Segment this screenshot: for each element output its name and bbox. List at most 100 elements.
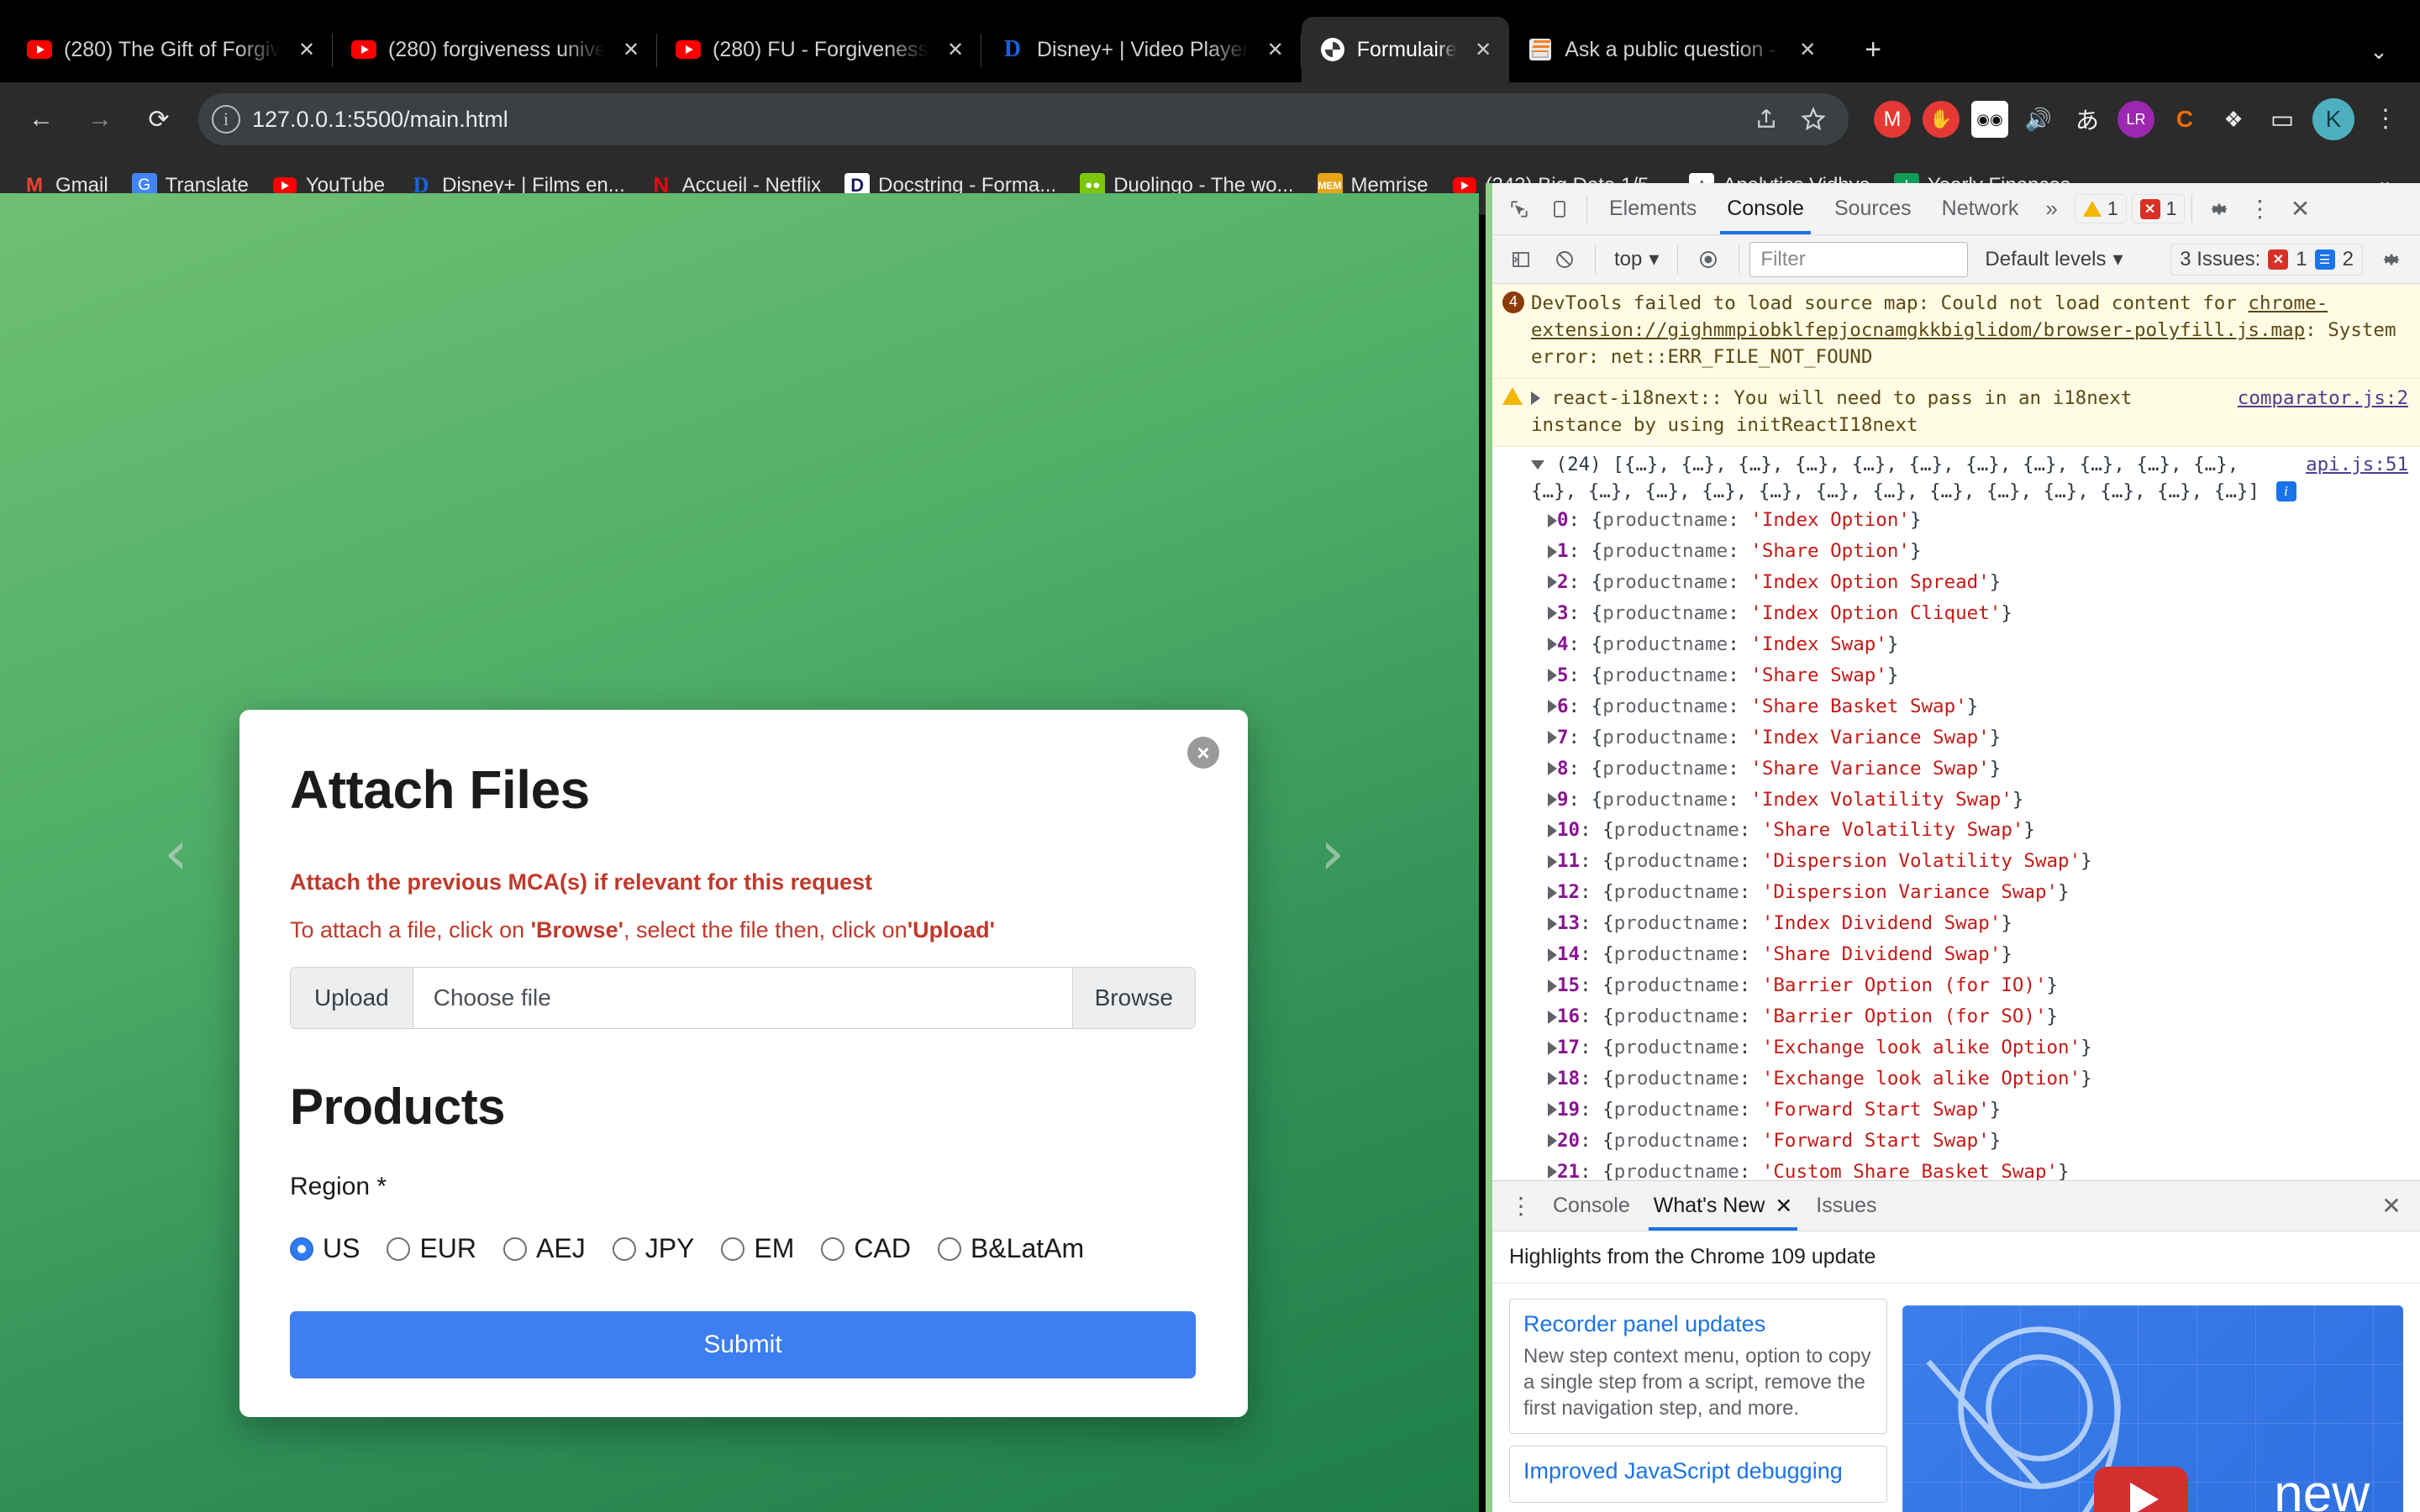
live-expression-icon[interactable] <box>1688 239 1728 280</box>
source-reference-link[interactable]: comparator.js:2 <box>2238 386 2408 412</box>
array-entry-row[interactable]: 21: {productname: 'Custom Share Basket S… <box>1548 1157 2408 1180</box>
card-title[interactable]: Recorder panel updates <box>1523 1310 1873 1337</box>
array-entry-row[interactable]: 15: {productname: 'Barrier Option (for I… <box>1548 971 2408 1002</box>
array-header-row[interactable]: (24) [{…}, {…}, {…}, {…}, {…}, {…}, {…},… <box>1531 452 2408 506</box>
region-option-eur[interactable]: EUR <box>387 1233 476 1264</box>
address-bar[interactable]: i 127.0.0.1:5500/main.html <box>198 93 1849 145</box>
whats-new-promo[interactable]: new <box>1902 1299 2403 1512</box>
reload-button[interactable]: ⟳ <box>133 93 185 145</box>
tab-close-button[interactable]: ✕ <box>941 35 970 64</box>
expand-triangle-icon[interactable] <box>1548 854 1557 869</box>
expand-triangle-icon[interactable] <box>1548 1041 1557 1055</box>
expand-triangle-icon[interactable] <box>1548 823 1557 837</box>
card-title[interactable]: Improved JavaScript debugging <box>1523 1457 1873 1484</box>
array-entry-row[interactable]: 17: {productname: 'Exchange look alike O… <box>1548 1033 2408 1064</box>
colorzilla-extension-icon[interactable]: C <box>2166 101 2203 138</box>
region-option-blatam[interactable]: B&LatAm <box>937 1233 1084 1264</box>
submit-button[interactable]: Submit <box>290 1311 1196 1378</box>
array-entry-row[interactable]: 16: {productname: 'Barrier Option (for S… <box>1548 1002 2408 1033</box>
side-panel-icon[interactable]: ▭ <box>2264 101 2301 138</box>
drawer-tab-whats-new[interactable]: What's New ✕ <box>1642 1182 1805 1231</box>
radio-indicator[interactable] <box>290 1236 313 1261</box>
close-icon[interactable]: ✕ <box>2280 189 2320 229</box>
console-sidebar-icon[interactable] <box>1501 239 1541 280</box>
region-option-aej[interactable]: AEJ <box>503 1233 586 1264</box>
array-entry-row[interactable]: 8: {productname: 'Share Variance Swap'} <box>1548 753 2408 785</box>
array-entry-row[interactable]: 7: {productname: 'Index Variance Swap'} <box>1548 722 2408 753</box>
site-info-icon[interactable]: i <box>212 105 240 134</box>
array-entry-row[interactable]: 11: {productname: 'Dispersion Volatility… <box>1548 847 2408 878</box>
source-reference-link[interactable]: api.js:51 <box>2306 452 2408 479</box>
browser-tab-4[interactable]: Formulaire ✕ <box>1301 17 1510 82</box>
expand-triangle-icon[interactable] <box>1548 1072 1557 1086</box>
radio-indicator[interactable] <box>503 1236 528 1261</box>
expand-triangle-icon[interactable] <box>1548 700 1557 714</box>
console-message-violation[interactable]: 4 DevTools failed to load source map: Co… <box>1492 284 2420 379</box>
region-option-us[interactable]: US <box>290 1233 360 1264</box>
expand-triangle-icon[interactable] <box>1548 1165 1557 1179</box>
region-option-em[interactable]: EM <box>721 1233 794 1264</box>
japanese-dictionary-extension-icon[interactable]: あ <box>2069 101 2106 138</box>
avatar[interactable]: K <box>2312 98 2354 140</box>
browser-tab-2[interactable]: (280) FU - Forgiveness Uni ✕ <box>657 17 981 82</box>
radio-indicator[interactable] <box>721 1236 745 1261</box>
expand-triangle-icon[interactable] <box>1548 1134 1557 1148</box>
volume-extension-icon[interactable]: 🔊 <box>2020 101 2057 138</box>
share-icon[interactable] <box>1744 97 1788 141</box>
play-button-icon[interactable] <box>2094 1467 2188 1512</box>
console-message-array[interactable]: api.js:51 (24) [{…}, {…}, {…}, {…}, {…},… <box>1492 447 2420 1180</box>
array-entry-row[interactable]: 9: {productname: 'Index Volatility Swap'… <box>1548 785 2408 816</box>
array-entry-row[interactable]: 2: {productname: 'Index Option Spread'} <box>1548 567 2408 598</box>
expand-triangle-icon[interactable] <box>1531 391 1540 406</box>
star-icon[interactable] <box>1791 97 1835 141</box>
lr-extension-icon[interactable]: LR <box>2118 101 2154 138</box>
device-toolbar-icon[interactable] <box>1539 189 1580 229</box>
mailtrack-extension-icon[interactable]: M <box>1874 101 1911 138</box>
tab-elements[interactable]: Elements <box>1594 184 1712 234</box>
radio-indicator[interactable] <box>612 1236 636 1261</box>
tab-close-button[interactable]: ✕ <box>292 35 321 64</box>
forward-button[interactable]: → <box>74 93 126 145</box>
inspect-element-icon[interactable] <box>1499 189 1539 229</box>
array-entry-row[interactable]: 3: {productname: 'Index Option Cliquet'} <box>1548 598 2408 629</box>
upload-button[interactable]: Upload <box>291 968 413 1028</box>
drawer-tab-console[interactable]: Console <box>1541 1182 1642 1231</box>
duolingo-extension-icon[interactable]: ◉◉ <box>1971 101 2008 138</box>
tab-close-button[interactable]: ✕ <box>617 35 645 64</box>
chevron-down-icon[interactable]: ⌄ <box>2356 29 2402 74</box>
issues-chip[interactable]: 3 Issues: ✕ 1 ☰ 2 <box>2170 243 2363 276</box>
array-entry-row[interactable]: 13: {productname: 'Index Dividend Swap'} <box>1548 909 2408 940</box>
more-tabs-button[interactable]: » <box>2033 196 2069 222</box>
log-levels-dropdown[interactable]: Default levels ▾ <box>1971 247 2136 271</box>
tab-sources[interactable]: Sources <box>1819 184 1927 234</box>
browser-tab-0[interactable]: (280) The Gift of Forgivene ✕ <box>8 17 333 82</box>
array-entry-row[interactable]: 0: {productname: 'Index Option'} <box>1548 506 2408 537</box>
array-entry-row[interactable]: 4: {productname: 'Index Swap'} <box>1548 629 2408 660</box>
drawer-tab-issues[interactable]: Issues <box>1804 1182 1888 1231</box>
context-selector[interactable]: top ▾ <box>1606 247 1667 271</box>
expand-triangle-icon[interactable] <box>1548 513 1557 528</box>
filter-input[interactable]: Filter <box>1749 241 1969 277</box>
radio-indicator[interactable] <box>387 1236 411 1261</box>
drawer-menu-icon[interactable]: ⋮ <box>1501 1186 1541 1226</box>
expand-triangle-icon[interactable] <box>1548 575 1557 590</box>
clear-console-icon[interactable] <box>1544 239 1585 280</box>
collapse-triangle-icon[interactable] <box>1531 459 1544 470</box>
expand-triangle-icon[interactable] <box>1548 762 1557 776</box>
tab-close-button[interactable]: ✕ <box>1261 35 1290 64</box>
tab-close-button[interactable]: ✕ <box>1793 35 1822 64</box>
file-input[interactable]: Choose file <box>413 968 1072 1028</box>
browser-tab-5[interactable]: Ask a public question - Sta ✕ <box>1509 17 1833 82</box>
radio-indicator[interactable] <box>821 1236 845 1261</box>
error-count-badge[interactable]: ✕ 1 <box>2131 194 2186 223</box>
close-icon[interactable]: ✕ <box>2371 1186 2412 1226</box>
extensions-puzzle-icon[interactable]: ❖ <box>2215 101 2252 138</box>
expand-triangle-icon[interactable] <box>1548 916 1557 931</box>
tab-close-button[interactable]: ✕ <box>1469 35 1497 64</box>
expand-triangle-icon[interactable] <box>1548 885 1557 900</box>
browse-button[interactable]: Browse <box>1071 968 1195 1028</box>
array-entry-row[interactable]: 10: {productname: 'Share Volatility Swap… <box>1548 816 2408 847</box>
array-entry-row[interactable]: 5: {productname: 'Share Swap'} <box>1548 660 2408 691</box>
expand-triangle-icon[interactable] <box>1548 1103 1557 1117</box>
tab-network[interactable]: Network <box>1927 184 2034 234</box>
